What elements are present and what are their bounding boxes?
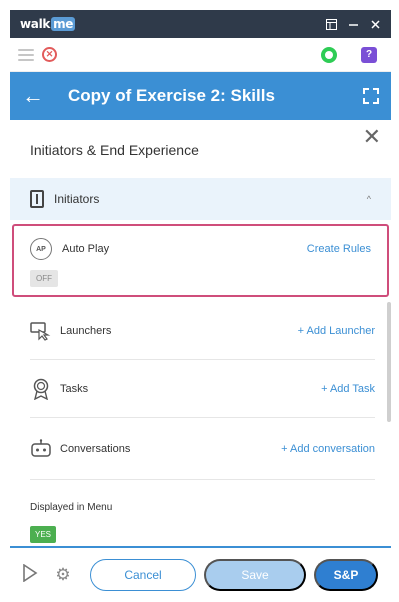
save-button[interactable]: Save [204, 559, 306, 591]
create-rules-link[interactable]: Create Rules [307, 243, 371, 255]
conversations-row: Conversations + Add conversation [30, 418, 375, 480]
save-and-publish-button[interactable]: S&P [314, 559, 378, 591]
section-title: Initiators & End Experience [30, 142, 199, 158]
auto-play-icon: AP [30, 238, 52, 260]
displayed-in-menu-label: Displayed in Menu [30, 502, 113, 513]
page-title: Copy of Exercise 2: Skills [68, 86, 275, 105]
door-icon [30, 190, 44, 208]
stop-icon[interactable]: ✕ [42, 47, 57, 62]
close-panel-icon[interactable]: ✕ [363, 124, 381, 150]
gear-icon[interactable]: ⚙ [54, 565, 72, 584]
minimize-icon[interactable] [347, 18, 359, 30]
editor-toolbar: ✕ ? [10, 38, 391, 72]
conversation-icon [30, 438, 52, 460]
page-header: ← Copy of Exercise 2: Skills [10, 72, 391, 120]
back-arrow-icon[interactable]: ← [22, 83, 44, 109]
add-launcher-link[interactable]: + Add Launcher [298, 325, 375, 337]
auto-play-section: AP Auto Play Create Rules OFF [12, 224, 389, 297]
add-task-link[interactable]: + Add Task [321, 383, 375, 395]
window-icon[interactable] [325, 18, 337, 30]
initiators-label: Initiators [54, 192, 100, 206]
auto-play-label: Auto Play [62, 243, 110, 255]
expand-icon[interactable] [363, 88, 379, 104]
walkme-logo: walk me [20, 17, 76, 31]
auto-play-toggle[interactable]: OFF [30, 270, 58, 287]
launchers-row: Launchers + Add Launcher [30, 302, 375, 360]
initiators-panel: ✕ Initiators & End Experience Initiators… [10, 120, 391, 546]
conversations-label: Conversations [60, 442, 131, 455]
window-titlebar: walk me [10, 10, 391, 38]
tasks-row: Tasks + Add Task [30, 360, 375, 418]
help-icon[interactable]: ? [361, 46, 377, 63]
cancel-button[interactable]: Cancel [90, 559, 196, 591]
initiators-accordion[interactable]: Initiators ^ [10, 178, 391, 220]
chevron-up-icon[interactable]: ^ [367, 194, 371, 204]
tasks-label: Tasks [60, 382, 89, 395]
play-icon[interactable] [22, 563, 38, 587]
footer-bar: ⚙ Cancel Save S&P [10, 546, 391, 602]
displayed-in-menu-toggle[interactable]: YES [30, 526, 57, 543]
task-badge-icon [30, 378, 52, 400]
launchers-label: Launchers [60, 324, 112, 337]
launcher-icon [30, 320, 52, 342]
panel-scrollbar[interactable] [387, 302, 391, 422]
add-conversation-link[interactable]: + Add conversation [281, 443, 375, 455]
status-indicator-icon[interactable] [321, 46, 337, 63]
menu-icon[interactable] [18, 48, 34, 61]
close-icon[interactable] [369, 18, 381, 30]
